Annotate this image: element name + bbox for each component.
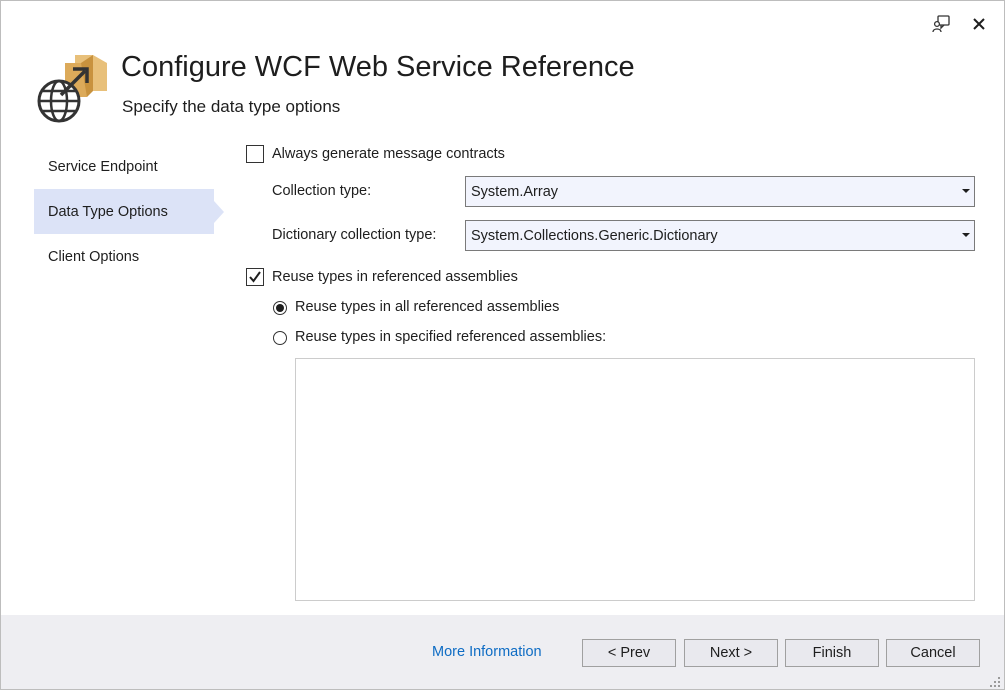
configure-wcf-dialog: Configure WCF Web Service Reference Spec… — [0, 0, 1005, 690]
collection-type-value: System.Array — [471, 183, 559, 200]
reuse-all-radio[interactable] — [273, 301, 287, 315]
reuse-types-checkbox[interactable] — [246, 268, 264, 286]
dictionary-type-value: System.Collections.Generic.Dictionary — [471, 227, 718, 244]
nav-item-label: Data Type Options — [48, 203, 168, 220]
globe-web-service-icon — [35, 51, 109, 125]
checkmark-icon — [249, 271, 261, 283]
prev-button[interactable]: < Prev — [582, 639, 676, 667]
collection-type-label: Collection type: — [272, 183, 372, 199]
nav-item-label: Client Options — [48, 248, 140, 265]
nav-item-label: Service Endpoint — [48, 158, 158, 175]
reuse-all-label: Reuse types in all referenced assemblies — [295, 299, 560, 315]
reuse-types-label: Reuse types in referenced assemblies — [272, 269, 518, 285]
collection-type-dropdown[interactable]: System.Array — [465, 176, 975, 207]
page-subtitle: Specify the data type options — [122, 97, 341, 116]
dictionary-type-label: Dictionary collection type: — [272, 227, 437, 243]
cancel-button[interactable]: Cancel — [886, 639, 980, 667]
feedback-icon[interactable] — [929, 11, 955, 37]
reuse-specified-radio[interactable] — [273, 331, 287, 345]
chevron-down-icon — [962, 189, 970, 193]
radio-selected-dot — [276, 304, 284, 312]
page-title: Configure WCF Web Service Reference — [121, 51, 635, 83]
finish-button[interactable]: Finish — [785, 639, 879, 667]
reuse-specified-label: Reuse types in specified referenced asse… — [295, 329, 607, 345]
dialog-footer: More Information < Prev Next > Finish Ca… — [1, 615, 1004, 689]
chevron-down-icon — [962, 233, 970, 237]
resize-grip-icon[interactable] — [989, 675, 1001, 687]
nav-item-data-type-options[interactable]: Data Type Options — [34, 189, 224, 234]
nav-item-service-endpoint[interactable]: Service Endpoint — [34, 144, 214, 189]
message-contracts-checkbox[interactable] — [246, 145, 264, 163]
nav-item-client-options[interactable]: Client Options — [34, 234, 214, 279]
close-icon[interactable] — [966, 11, 992, 37]
more-information-link[interactable]: More Information — [432, 644, 542, 660]
referenced-assemblies-list[interactable] — [295, 358, 975, 601]
next-button[interactable]: Next > — [684, 639, 778, 667]
message-contracts-label: Always generate message contracts — [272, 146, 505, 162]
dictionary-type-dropdown[interactable]: System.Collections.Generic.Dictionary — [465, 220, 975, 251]
